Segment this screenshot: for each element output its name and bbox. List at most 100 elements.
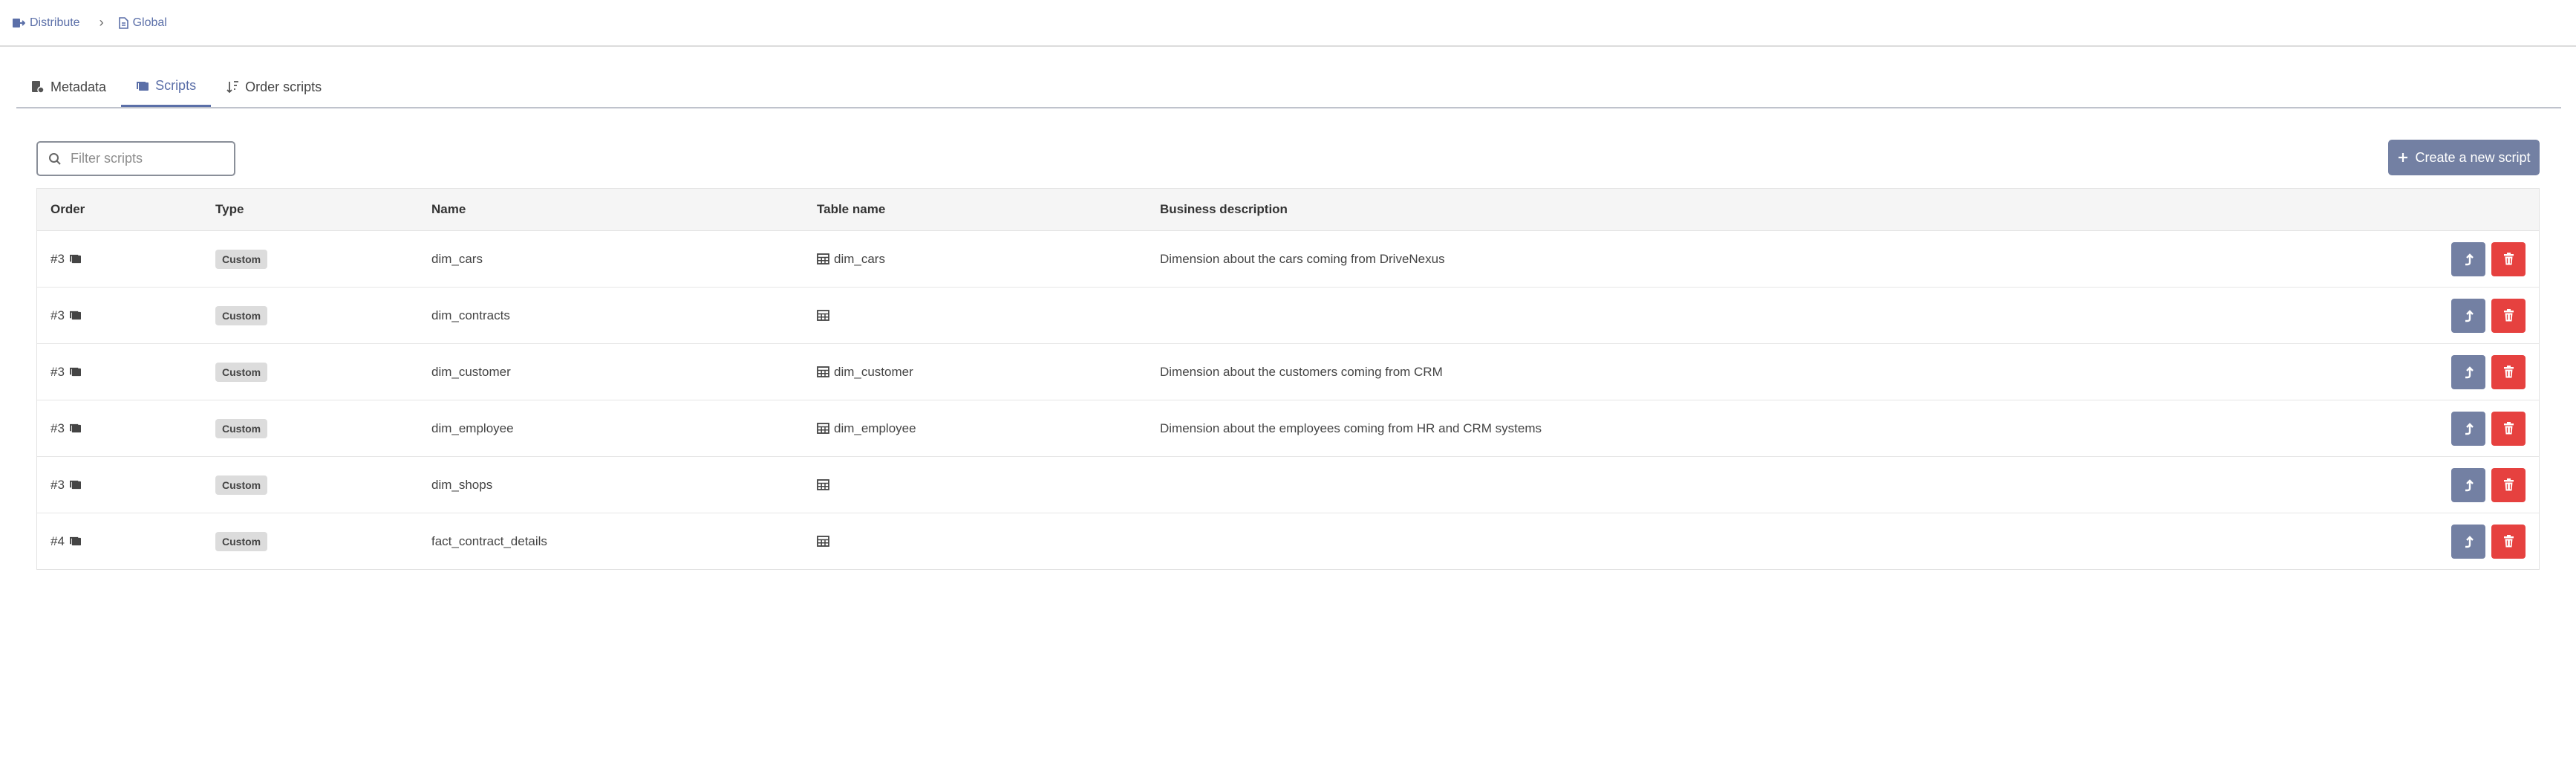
order-cell: #3 (50, 308, 82, 323)
tab-metadata[interactable]: Metadata (16, 67, 121, 107)
script-name[interactable]: dim_contracts (431, 308, 510, 323)
script-name[interactable]: dim_cars (431, 252, 483, 267)
type-cell: Custom (215, 531, 268, 551)
order-cell: #3 (50, 421, 82, 436)
row-actions (2451, 524, 2526, 559)
table-row[interactable]: #3 Custom dim_customer dim_customer Dime… (37, 344, 2539, 400)
arrow-up-icon (2465, 309, 2474, 322)
plus-icon (2397, 152, 2409, 163)
delete-button[interactable] (2491, 411, 2526, 446)
table-name-cell (817, 310, 834, 321)
script-name[interactable]: dim_customer (431, 365, 511, 380)
row-actions (2451, 298, 2526, 333)
scripts-icon (136, 80, 149, 92)
order-cell: #3 (50, 478, 82, 493)
table-row[interactable]: #4 Custom fact_contract_details (37, 513, 2539, 569)
table-name-value: dim_customer (834, 364, 913, 379)
order-cell: #3 (50, 252, 82, 267)
create-script-button[interactable]: Create a new script (2388, 140, 2540, 175)
tab-scripts[interactable]: Scripts (121, 67, 212, 107)
tab-label: Metadata (50, 79, 107, 94)
delete-button[interactable] (2491, 241, 2526, 276)
tab-label: Scripts (155, 78, 197, 93)
table-name-cell: dim_customer (817, 365, 913, 380)
header-business-description[interactable]: Business description (1160, 202, 1288, 217)
table-name-cell (817, 479, 834, 490)
script-name[interactable]: dim_shops (431, 478, 492, 493)
promote-button[interactable] (2451, 411, 2485, 446)
order-value: #3 (50, 251, 65, 266)
breadcrumb: Distribute › Global (12, 15, 167, 30)
table-icon (817, 253, 829, 264)
script-icon (69, 423, 82, 434)
trash-icon (2503, 422, 2514, 435)
promote-button[interactable] (2451, 354, 2485, 389)
table-name-cell: dim_cars (817, 252, 885, 267)
filter-scripts-field[interactable] (36, 141, 235, 176)
promote-button[interactable] (2451, 298, 2485, 333)
arrow-up-icon (2465, 366, 2474, 378)
breadcrumb-global[interactable]: Global (133, 16, 167, 30)
row-actions (2451, 354, 2526, 389)
filter-scripts-input[interactable] (69, 150, 221, 167)
trash-icon (2503, 478, 2514, 491)
table-row[interactable]: #3 Custom dim_contracts (37, 288, 2539, 344)
table-name-value: dim_cars (834, 251, 885, 266)
document-icon (118, 16, 128, 29)
header-table-name[interactable]: Table name (817, 202, 885, 217)
trash-icon (2503, 253, 2514, 265)
promote-button[interactable] (2451, 467, 2485, 502)
promote-button[interactable] (2451, 241, 2485, 276)
type-cell: Custom (215, 362, 268, 382)
trash-icon (2503, 309, 2514, 322)
breadcrumb-distribute[interactable]: Distribute (30, 16, 80, 30)
arrow-up-icon (2465, 253, 2474, 265)
table-row[interactable]: #3 Custom dim_shops (37, 457, 2539, 513)
delete-button[interactable] (2491, 298, 2526, 333)
type-cell: Custom (215, 475, 268, 495)
tab-order-scripts[interactable]: Order scripts (211, 67, 336, 107)
scripts-table: Order Type Name Table name Business desc… (36, 188, 2540, 570)
order-cell: #3 (50, 365, 82, 380)
arrow-up-icon (2465, 422, 2474, 435)
table-name-cell: dim_employee (817, 421, 916, 436)
order-value: #3 (50, 364, 65, 379)
order-value: #3 (50, 477, 65, 492)
tab-bar: Metadata Scripts Order scripts (16, 65, 2561, 108)
order-value: #3 (50, 421, 65, 435)
header-type[interactable]: Type (215, 202, 244, 217)
table-icon (817, 366, 829, 377)
promote-button[interactable] (2451, 524, 2485, 559)
row-actions (2451, 411, 2526, 446)
table-header: Order Type Name Table name Business desc… (37, 189, 2539, 231)
header-order[interactable]: Order (50, 202, 85, 217)
top-bar: Distribute › Global (0, 0, 2576, 47)
arrow-up-icon (2465, 478, 2474, 491)
type-cell: Custom (215, 249, 268, 269)
delete-button[interactable] (2491, 524, 2526, 559)
tab-label: Order scripts (245, 79, 322, 94)
type-badge: Custom (215, 475, 268, 495)
business-description: Dimension about the customers coming fro… (1160, 364, 1443, 379)
business-description: Dimension about the cars coming from Dri… (1160, 251, 1445, 266)
type-badge: Custom (215, 249, 268, 269)
table-name-value: dim_employee (834, 421, 916, 435)
order-value: #3 (50, 308, 65, 322)
header-name[interactable]: Name (431, 202, 466, 217)
row-actions (2451, 467, 2526, 502)
metadata-icon (31, 80, 45, 94)
delete-button[interactable] (2491, 467, 2526, 502)
delete-button[interactable] (2491, 354, 2526, 389)
order-cell: #4 (50, 534, 82, 549)
type-cell: Custom (215, 418, 268, 438)
chevron-right-icon: › (99, 15, 104, 30)
create-script-label: Create a new script (2415, 149, 2531, 165)
table-icon (817, 536, 829, 547)
table-row[interactable]: #3 Custom dim_cars dim_cars Dimension ab… (37, 231, 2539, 288)
table-icon (817, 423, 829, 434)
script-name[interactable]: dim_employee (431, 421, 514, 436)
script-name[interactable]: fact_contract_details (431, 534, 547, 549)
table-icon (817, 479, 829, 490)
table-row[interactable]: #3 Custom dim_employee dim_employee Dime… (37, 400, 2539, 457)
trash-icon (2503, 535, 2514, 548)
